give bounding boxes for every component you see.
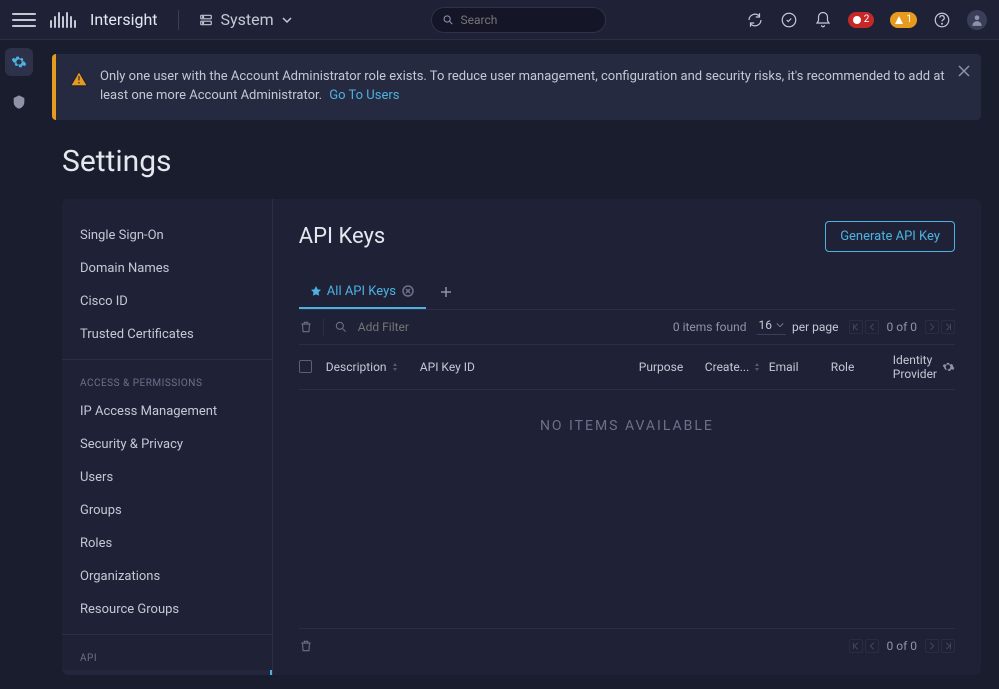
page-info: 0 of 0: [887, 320, 917, 334]
sidebar-item-ip-access[interactable]: IP Access Management: [62, 395, 272, 428]
page-prev-button[interactable]: [865, 639, 879, 653]
cisco-logo-icon: [50, 12, 76, 28]
pager-bottom: 0 of 0: [849, 639, 955, 653]
generate-api-key-button[interactable]: Generate API Key: [825, 221, 955, 252]
sidebar-item-sso[interactable]: Single Sign-On: [62, 219, 272, 252]
sidebar-item-security-privacy[interactable]: Security & Privacy: [62, 428, 272, 461]
hamburger-menu[interactable]: [12, 8, 36, 32]
error-count: 2: [864, 14, 870, 25]
delete-icon[interactable]: [299, 639, 313, 653]
page-next-button[interactable]: [925, 639, 939, 653]
nav-item-admin[interactable]: [5, 88, 33, 116]
header-divider: [178, 10, 179, 30]
system-selector[interactable]: System: [199, 10, 292, 29]
toolbar-separator: [323, 318, 324, 336]
filter-input[interactable]: [358, 320, 663, 334]
tab-close-icon[interactable]: [402, 285, 414, 297]
content-title: API Keys: [299, 224, 386, 249]
tabs: All API Keys: [299, 276, 955, 310]
table-header-row: Description API Key ID Purpose Create...…: [299, 345, 955, 390]
page-first-button[interactable]: [849, 639, 863, 653]
system-label: System: [221, 10, 274, 29]
tab-all-api-keys[interactable]: All API Keys: [299, 276, 426, 309]
sidebar-item-trusted-certs[interactable]: Trusted Certificates: [62, 318, 272, 351]
page-title: Settings: [62, 144, 981, 179]
chevron-down-icon: [776, 321, 784, 329]
settings-card: Single Sign-On Domain Names Cisco ID Tru…: [62, 199, 981, 675]
pager-top: 0 of 0: [849, 320, 955, 334]
sidebar-header-access: ACCESS & PERMISSIONS: [62, 368, 272, 395]
page-first-button[interactable]: [849, 320, 863, 334]
empty-state: NO ITEMS AVAILABLE: [299, 390, 955, 620]
column-settings-icon[interactable]: [941, 360, 955, 374]
error-badge[interactable]: 2: [848, 12, 875, 28]
search-icon: [442, 13, 454, 27]
sidebar-item-organizations[interactable]: Organizations: [62, 560, 272, 593]
sidebar-item-domain-names[interactable]: Domain Names: [62, 252, 272, 285]
table-footer: 0 of 0: [299, 628, 955, 653]
settings-side-nav: Single Sign-On Domain Names Cisco ID Tru…: [62, 199, 273, 675]
banner-text: Only one user with the Account Administr…: [100, 68, 967, 106]
sort-icon: [753, 363, 761, 371]
tasks-icon[interactable]: [780, 11, 798, 29]
sidebar-item-cisco-id[interactable]: Cisco ID: [62, 285, 272, 318]
sidebar-item-groups[interactable]: Groups: [62, 494, 272, 527]
search-wrap: [302, 7, 736, 33]
th-role[interactable]: Role: [831, 360, 889, 374]
nav-item-settings[interactable]: [5, 48, 33, 76]
th-api-key-id[interactable]: API Key ID: [420, 360, 635, 374]
sidebar-item-roles[interactable]: Roles: [62, 527, 272, 560]
table-toolbar: 0 items found 16 per page 0 of 0: [299, 310, 955, 345]
items-found-label: 0 items found: [673, 320, 747, 334]
content-pane: API Keys Generate API Key All API Keys: [273, 199, 981, 675]
app-header: Intersight System 2 1: [0, 0, 999, 40]
sidebar-item-api-keys[interactable]: API Keys: [62, 670, 272, 675]
tab-label: All API Keys: [327, 284, 396, 299]
sidebar-header-api: API: [62, 643, 272, 670]
per-page-label: per page: [792, 320, 839, 334]
server-icon: [199, 13, 213, 27]
warning-badge[interactable]: 1: [890, 12, 917, 28]
search-icon[interactable]: [334, 320, 348, 334]
th-email[interactable]: Email: [769, 360, 827, 374]
brand-name: Intersight: [90, 10, 158, 29]
sidebar-item-resource-groups[interactable]: Resource Groups: [62, 593, 272, 626]
warning-banner: Only one user with the Account Administr…: [52, 54, 981, 120]
page-last-button[interactable]: [941, 320, 955, 334]
th-description[interactable]: Description: [326, 360, 416, 374]
pin-icon: [311, 286, 321, 296]
sort-icon: [391, 363, 399, 371]
banner-message: Only one user with the Account Administr…: [100, 69, 945, 103]
select-all-checkbox[interactable]: [299, 360, 312, 373]
th-create[interactable]: Create...: [705, 360, 765, 374]
th-identity-provider[interactable]: Identity Provider: [893, 353, 937, 381]
add-tab-button[interactable]: [434, 280, 458, 304]
user-avatar[interactable]: [967, 10, 987, 30]
warning-icon: [70, 70, 88, 88]
global-search[interactable]: [431, 7, 606, 33]
banner-link[interactable]: Go To Users: [329, 88, 399, 103]
help-icon[interactable]: [933, 11, 951, 29]
delete-icon[interactable]: [299, 320, 313, 334]
bell-icon[interactable]: [814, 11, 832, 29]
close-icon[interactable]: [957, 64, 971, 78]
per-page-value: 16: [759, 318, 773, 332]
search-input[interactable]: [461, 13, 596, 27]
page-last-button[interactable]: [941, 639, 955, 653]
th-purpose[interactable]: Purpose: [639, 360, 701, 374]
page-next-button[interactable]: [925, 320, 939, 334]
nav-rail: [0, 40, 38, 689]
chevron-down-icon: [282, 15, 292, 25]
sidebar-separator: [62, 359, 272, 360]
page-info: 0 of 0: [887, 639, 917, 653]
per-page-selector[interactable]: 16 per page: [757, 318, 839, 335]
header-icons: 2 1: [746, 10, 987, 30]
page-prev-button[interactable]: [865, 320, 879, 334]
sidebar-item-users[interactable]: Users: [62, 461, 272, 494]
sidebar-separator: [62, 634, 272, 635]
refresh-icon[interactable]: [746, 11, 764, 29]
warning-count: 1: [906, 14, 912, 25]
